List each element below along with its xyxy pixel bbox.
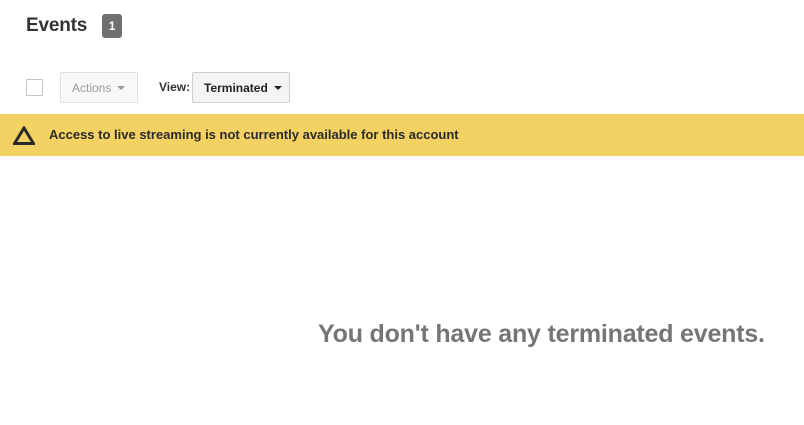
view-label: View: bbox=[159, 80, 191, 94]
empty-state-message: You don't have any terminated events. bbox=[318, 320, 765, 348]
select-all-checkbox[interactable] bbox=[26, 79, 43, 96]
actions-button-label: Actions bbox=[72, 80, 112, 95]
chevron-down-icon bbox=[117, 85, 126, 90]
view-filter-value: Terminated bbox=[204, 80, 268, 95]
event-count-badge: 1 bbox=[102, 14, 123, 38]
warning-message: Access to live streaming is not currentl… bbox=[49, 127, 459, 142]
page-header: Events 1 bbox=[26, 13, 123, 39]
events-page: Events 1 Actions View: Terminated Access… bbox=[0, 0, 804, 425]
view-filter-dropdown[interactable]: Terminated bbox=[192, 72, 290, 103]
events-toolbar: Actions View: Terminated bbox=[0, 72, 804, 103]
page-title: Events bbox=[26, 15, 88, 36]
live-streaming-warning-banner: Access to live streaming is not currentl… bbox=[0, 114, 804, 156]
chevron-down-icon bbox=[273, 85, 282, 90]
warning-triangle-icon bbox=[13, 126, 35, 145]
actions-dropdown-button[interactable]: Actions bbox=[60, 72, 138, 103]
